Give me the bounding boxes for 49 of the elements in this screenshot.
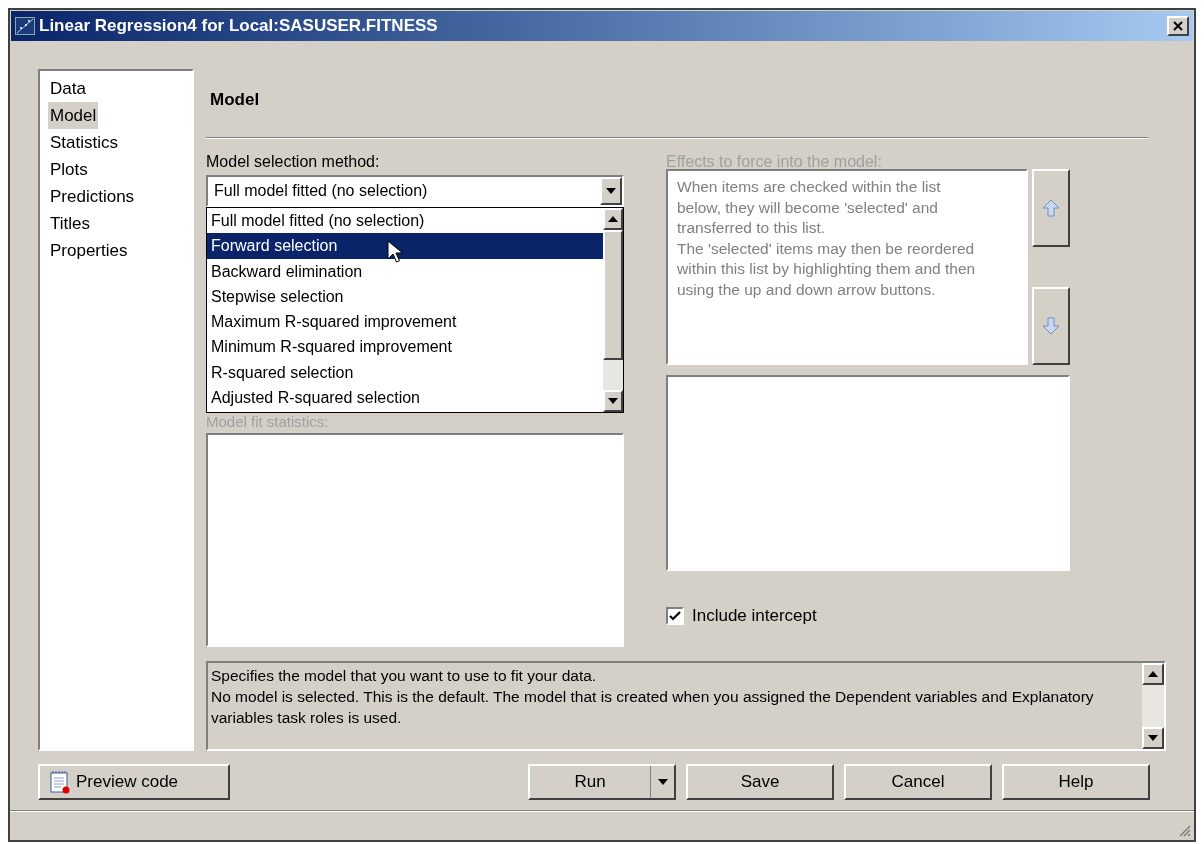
- description-text: No model is selected. This is the default. The model that is created when you assigned the Dependent variables and Explanatory variables task roles is used.: [211, 687, 1095, 728]
- field-label: Model selection method:: [206, 152, 381, 172]
- nav-item[interactable]: Data: [48, 75, 88, 102]
- dropdown-option[interactable]: Minimum R-squared improvement: [207, 334, 603, 360]
- dropdown-option[interactable]: Backward elimination: [207, 258, 603, 284]
- window-title: Linear Regression4 for Local:SASUSER.FITNESS: [39, 15, 438, 38]
- dropdown-option[interactable]: Stepwise selection: [207, 283, 603, 310]
- hint-text: The 'selected' items may then be reordered within this list by highlighting them and then using the up and down arrow buttons.: [677, 238, 977, 300]
- nav-item[interactable]: Model: [48, 102, 99, 129]
- scrollbar[interactable]: [603, 208, 623, 412]
- dropdown-option[interactable]: Forward selection: [207, 233, 603, 259]
- move-down-button[interactable]: [1032, 287, 1070, 365]
- effects-list[interactable]: [666, 169, 1028, 365]
- run-button[interactable]: Run: [528, 764, 676, 800]
- mouse-pointer-icon: [387, 240, 403, 264]
- dropdown-option[interactable]: Adjusted R-squared selection: [207, 385, 603, 411]
- section-title: Model: [210, 89, 261, 111]
- scroll-up-icon: [1148, 671, 1158, 677]
- caret-icon: [606, 188, 616, 194]
- scroll-down-icon: [1148, 735, 1158, 741]
- scroll-up-icon: [608, 216, 618, 222]
- chart-icon: [15, 17, 35, 35]
- dialog-button[interactable]: Cancel: [844, 764, 992, 800]
- nav-item[interactable]: Properties: [48, 237, 130, 264]
- close-icon: [1173, 21, 1183, 31]
- nav-item[interactable]: Titles: [48, 210, 92, 237]
- description-text: Specifies the model that you want to use to fit your data.: [211, 666, 598, 686]
- scroll-down-icon: [608, 398, 618, 404]
- caret-icon: [657, 779, 668, 785]
- move-up-button[interactable]: [1032, 169, 1070, 247]
- close-button[interactable]: [1167, 16, 1189, 36]
- nav-item[interactable]: Plots: [48, 156, 90, 183]
- nav-item[interactable]: Statistics: [48, 129, 121, 156]
- dialog-button[interactable]: Save: [686, 764, 834, 800]
- preview-code-button[interactable]: Preview code: [38, 764, 230, 800]
- notepad-icon: [48, 770, 72, 794]
- selection-method-dropdown[interactable]: Full model fitted (no selection): [206, 175, 624, 207]
- down-arrow-icon: [1041, 316, 1061, 336]
- nav-item[interactable]: Predictions: [48, 183, 137, 210]
- dialog-button[interactable]: Help: [1002, 764, 1150, 800]
- checkbox[interactable]: [666, 606, 684, 625]
- dropdown-option[interactable]: Full model fitted (no selection): [207, 208, 603, 234]
- up-arrow-icon: [1041, 198, 1061, 218]
- dropdown-option[interactable]: Maximum R-squared improvement: [207, 309, 603, 335]
- hint-text: When items are checked within the list below, they will become 'selected' and transferred to this list.: [677, 177, 942, 238]
- scrollbar[interactable]: [1142, 663, 1164, 749]
- resize-grip-icon: [1179, 825, 1191, 837]
- checkbox-label: Include intercept: [692, 605, 817, 627]
- dropdown-option[interactable]: R-squared selection: [207, 359, 603, 386]
